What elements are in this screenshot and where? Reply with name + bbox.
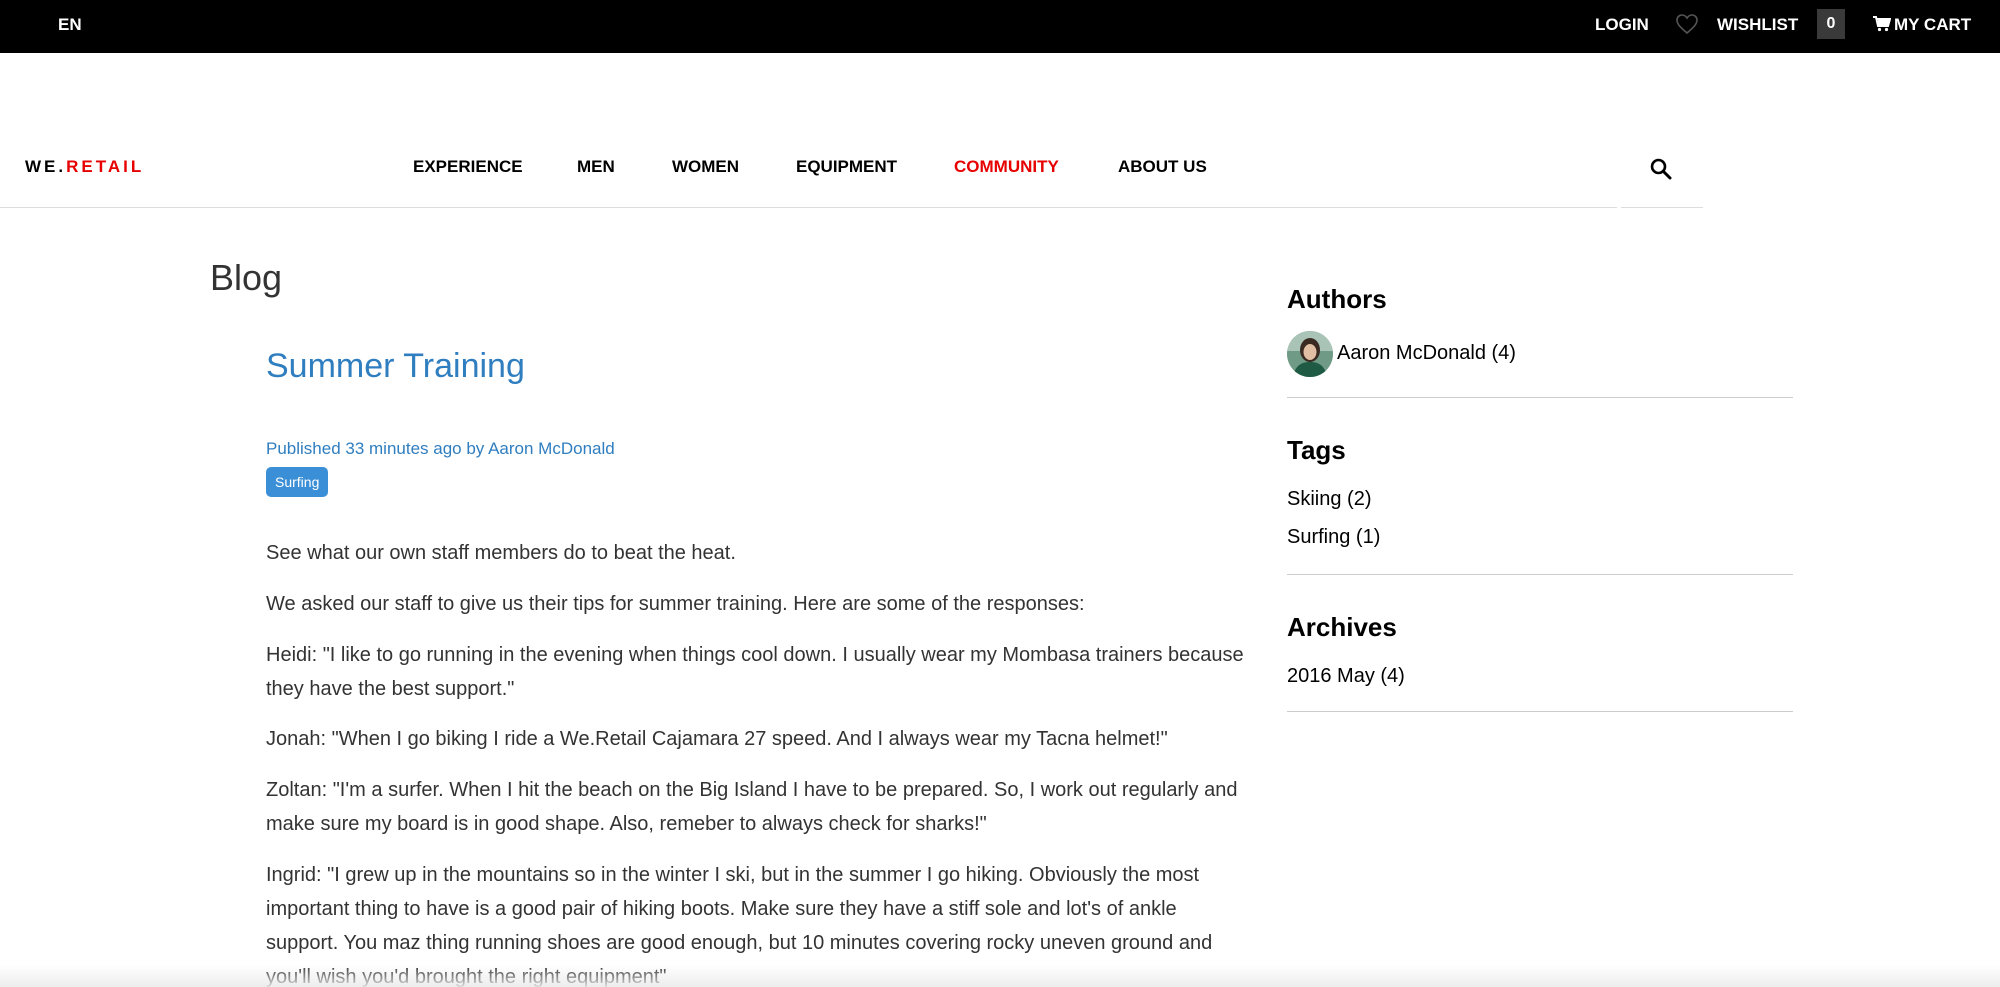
heart-icon[interactable]	[1675, 13, 1699, 35]
nav-men[interactable]: MEN	[577, 157, 615, 177]
sidebar-divider	[1287, 574, 1793, 575]
logo-we: WE.	[25, 157, 67, 176]
bottom-fade	[0, 965, 2000, 987]
post-paragraph: Zoltan: "I'm a surfer. When I hit the be…	[266, 779, 1238, 835]
nav-equipment[interactable]: EQUIPMENT	[796, 157, 897, 177]
language-selector[interactable]: EN	[58, 15, 82, 35]
authors-heading: Authors	[1287, 284, 1387, 314]
archive-link[interactable]: 2016 May (4)	[1287, 665, 1405, 688]
sidebar-divider	[1287, 711, 1793, 712]
nav-about-us[interactable]: ABOUT US	[1118, 157, 1207, 177]
post-paragraph: See what our own staff members do to bea…	[266, 542, 736, 564]
login-link[interactable]: LOGIN	[1595, 15, 1649, 35]
page-title: Blog	[210, 257, 283, 298]
post-paragraph: Heidi: "I like to go running in the even…	[266, 644, 1244, 700]
search-icon[interactable]	[1649, 157, 1673, 181]
nav-community[interactable]: COMMUNITY	[954, 157, 1059, 177]
nav-women[interactable]: WOMEN	[672, 157, 739, 177]
author-link[interactable]: Aaron McDonald (4)	[1337, 342, 1516, 365]
my-cart-link[interactable]: MY CART	[1894, 15, 1971, 35]
header-divider	[0, 207, 1617, 208]
tag-link-surfing[interactable]: Surfing (1)	[1287, 526, 1380, 549]
cart-icon[interactable]	[1873, 16, 1892, 32]
post-paragraph: Jonah: "When I go biking I ride a We.Ret…	[266, 728, 1168, 750]
post-byline[interactable]: Published 33 minutes ago by Aaron McDona…	[266, 439, 615, 459]
wishlist-link[interactable]: WISHLIST	[1717, 15, 1798, 35]
top-bar: EN LOGIN WISHLIST 0 MY CART	[0, 0, 2000, 53]
logo-retail: RETAIL	[66, 157, 145, 176]
tag-link-skiing[interactable]: Skiing (2)	[1287, 488, 1371, 511]
tags-heading: Tags	[1287, 435, 1346, 465]
post-tag-badge[interactable]: Surfing	[266, 467, 329, 497]
search-divider	[1621, 207, 1703, 208]
sidebar-divider	[1287, 397, 1793, 398]
author-avatar[interactable]	[1287, 331, 1333, 377]
post-title-link[interactable]: Summer Training	[266, 347, 525, 386]
site-logo[interactable]: WE.RETAIL	[25, 157, 144, 177]
nav-experience[interactable]: EXPERIENCE	[413, 157, 523, 177]
wishlist-count-badge: 0	[1817, 9, 1845, 39]
archives-heading: Archives	[1287, 612, 1397, 642]
post-paragraph: We asked our staff to give us their tips…	[266, 593, 1085, 615]
